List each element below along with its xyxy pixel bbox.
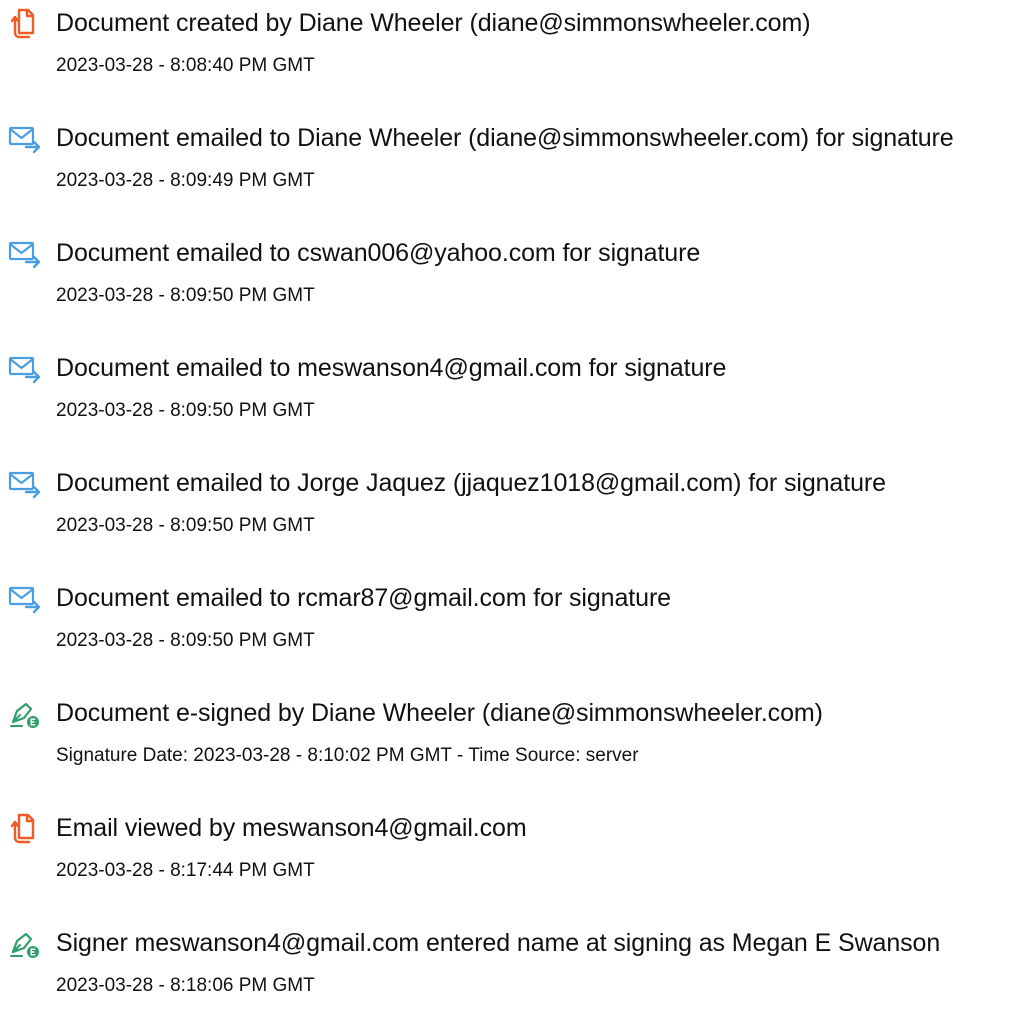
entry-title: Document e-signed by Diane Wheeler (dian… <box>56 699 823 727</box>
entry-timestamp: 2023-03-28 - 8:09:49 PM GMT <box>56 170 315 191</box>
document-icon <box>8 8 40 40</box>
entry-timestamp: 2023-03-28 - 8:17:44 PM GMT <box>56 860 315 881</box>
entry-title: Document emailed to Diane Wheeler (diane… <box>56 124 954 152</box>
email-icon <box>8 353 40 385</box>
entry-title: Document emailed to cswan006@yahoo.com f… <box>56 239 701 267</box>
entry-timestamp: 2023-03-28 - 8:09:50 PM GMT <box>56 285 315 306</box>
esign-icon <box>8 928 40 960</box>
log-entry: Document e-signed by Diane Wheeler (dian… <box>0 690 1025 790</box>
entry-title: Signer meswanson4@gmail.com entered name… <box>56 929 941 957</box>
entry-timestamp: 2023-03-28 - 8:08:40 PM GMT <box>56 55 315 76</box>
log-entry: Document emailed to Diane Wheeler (diane… <box>0 115 1025 215</box>
log-entry: Document emailed to Jorge Jaquez (jjaque… <box>0 460 1025 560</box>
email-icon <box>8 238 40 270</box>
email-icon <box>8 123 40 155</box>
log-entry: Document created by Diane Wheeler (diane… <box>0 0 1025 100</box>
log-entry: Document emailed to rcmar87@gmail.com fo… <box>0 575 1025 675</box>
email-icon <box>8 583 40 615</box>
log-entry: Email viewed by meswanson4@gmail.com 202… <box>0 805 1025 905</box>
esign-icon <box>8 698 40 730</box>
entry-title: Document created by Diane Wheeler (diane… <box>56 9 811 37</box>
log-entry: Document emailed to meswanson4@gmail.com… <box>0 345 1025 445</box>
entry-title: Document emailed to meswanson4@gmail.com… <box>56 354 727 382</box>
email-icon <box>8 468 40 500</box>
entry-title: Email viewed by meswanson4@gmail.com <box>56 814 527 842</box>
entry-timestamp: 2023-03-28 - 8:18:06 PM GMT <box>56 975 315 996</box>
entry-title: Document emailed to rcmar87@gmail.com fo… <box>56 584 671 612</box>
entry-timestamp: 2023-03-28 - 8:09:50 PM GMT <box>56 400 315 421</box>
entry-timestamp: 2023-03-28 - 8:09:50 PM GMT <box>56 630 315 651</box>
entry-timestamp: 2023-03-28 - 8:09:50 PM GMT <box>56 515 315 536</box>
log-entry: Document emailed to cswan006@yahoo.com f… <box>0 230 1025 330</box>
entry-timestamp: Signature Date: 2023-03-28 - 8:10:02 PM … <box>56 745 639 766</box>
log-entry: Signer meswanson4@gmail.com entered name… <box>0 920 1025 1020</box>
document-icon <box>8 813 40 845</box>
entry-title: Document emailed to Jorge Jaquez (jjaque… <box>56 469 886 497</box>
